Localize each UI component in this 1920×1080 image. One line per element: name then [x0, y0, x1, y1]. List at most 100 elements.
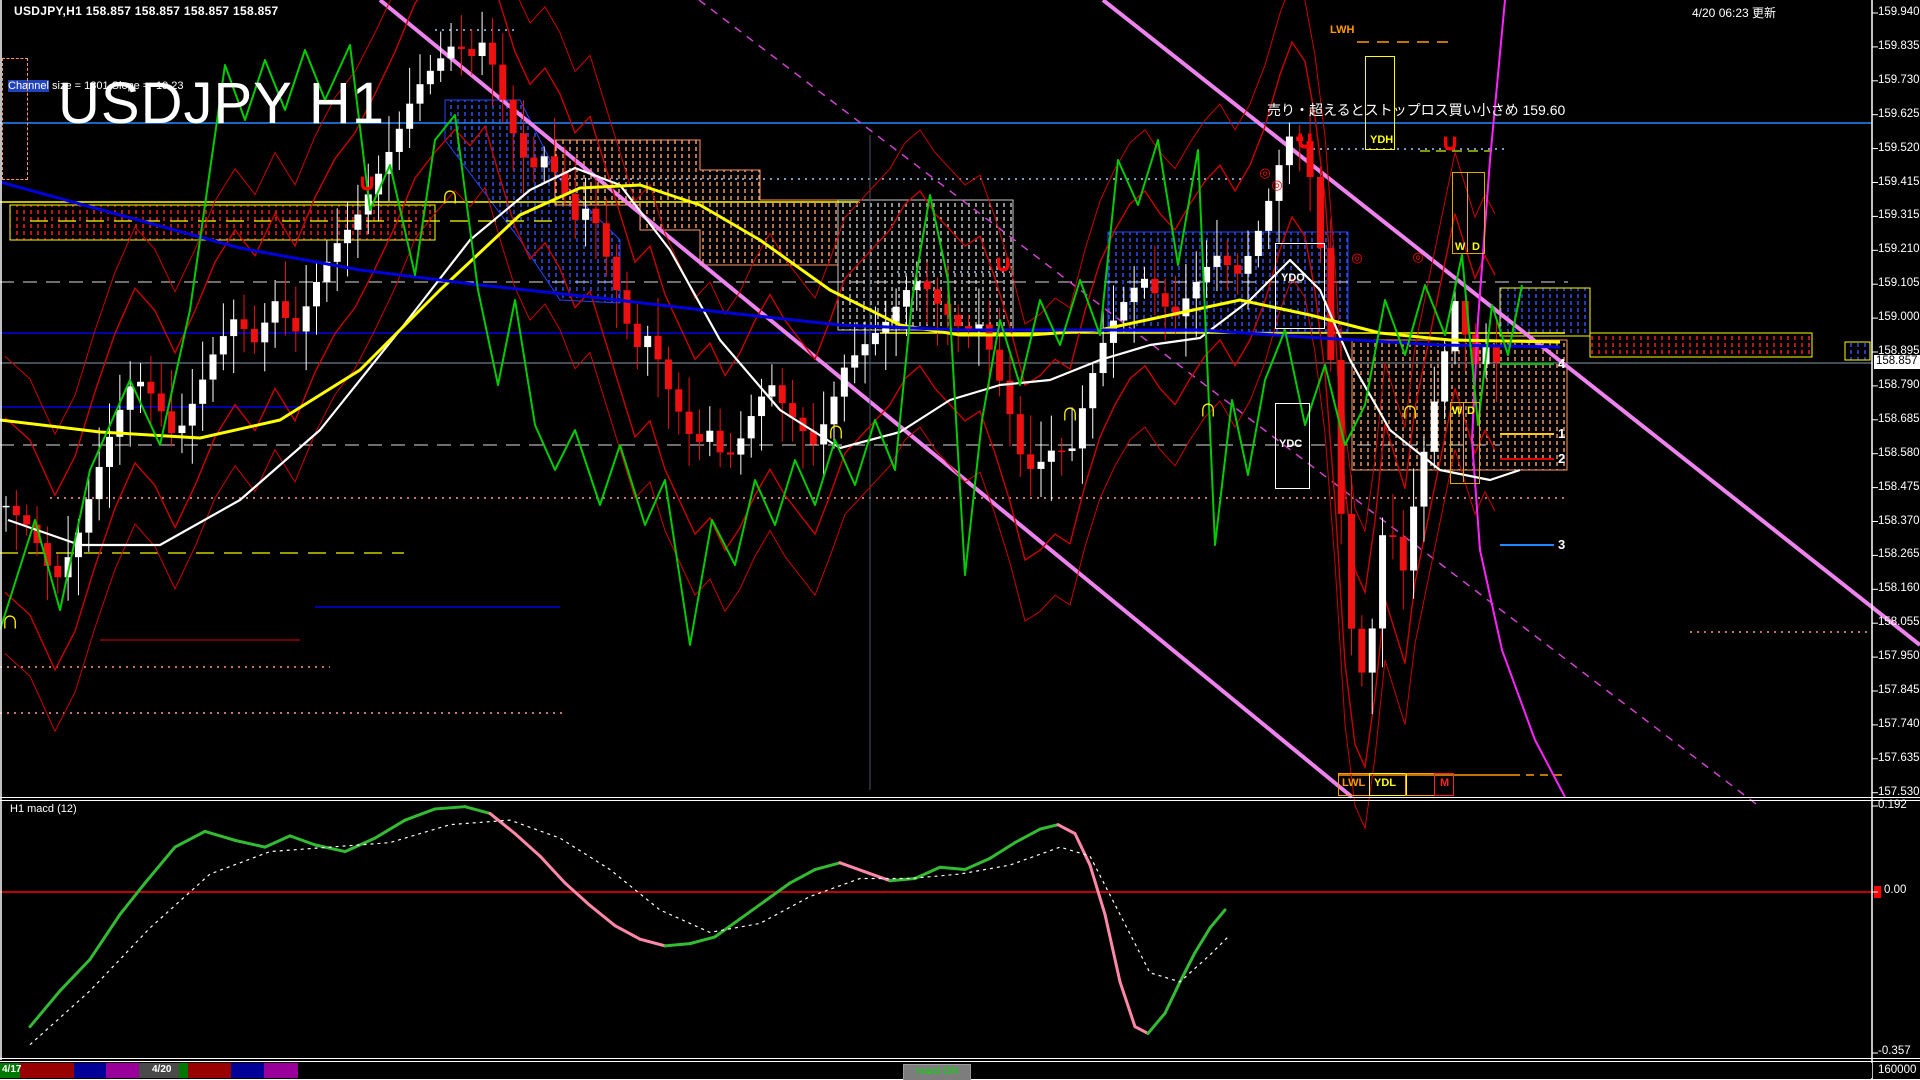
- macd-main-line: [690, 937, 715, 944]
- bottom-pane-axis-label: 160000: [1878, 1064, 1916, 1076]
- chart-canvas[interactable]: [0, 0, 1920, 1080]
- turn-up-icon: ∩: [827, 415, 846, 446]
- macd-main-line: [515, 834, 540, 856]
- candle: [292, 287, 299, 352]
- price-tick-158.160: 158.160: [1878, 582, 1920, 594]
- cloud-future-blue2: [1845, 342, 1870, 360]
- level-label-LWH: LWH: [1330, 24, 1354, 36]
- candle: [841, 355, 848, 422]
- ohlc-quote-line: USDJPY,H1 158.857 158.857 158.857 158.85…: [14, 4, 279, 18]
- price-tick-159.000: 159.000: [1878, 311, 1920, 323]
- candle: [261, 303, 268, 371]
- turn-up-icon: ∩: [1401, 395, 1420, 426]
- macd-main-line: [490, 813, 515, 833]
- turn-down-icon: ∪: [1440, 129, 1460, 158]
- candle: [230, 300, 237, 373]
- macd-main-line: [1195, 928, 1210, 953]
- candle: [178, 394, 185, 453]
- candle: [799, 407, 806, 468]
- price-tick-159.940: 159.940: [1878, 6, 1920, 18]
- macd-main-line: [90, 914, 120, 959]
- price-tick-159.105: 159.105: [1878, 277, 1920, 289]
- level-label-W: W: [1455, 241, 1465, 253]
- price-tick-158.895: 158.895: [1878, 345, 1920, 357]
- macd-axis-zero: 0.00: [1884, 884, 1906, 896]
- price-tick-157.740: 157.740: [1878, 718, 1920, 730]
- channel-indicator-readout: Channel size = 1801 Slope = -19.23: [8, 80, 184, 92]
- candle: [1079, 385, 1086, 483]
- macd-main-line: [815, 863, 840, 870]
- macd-main-line: [740, 901, 765, 919]
- level-label-D: D: [1472, 241, 1480, 253]
- level-box[interactable]: [1275, 243, 1325, 329]
- macd-main-line: [1165, 982, 1180, 1013]
- macd-main-line: [465, 807, 490, 814]
- macd-main-line: [665, 944, 690, 946]
- macd-axis-bottom: -0.357: [1878, 1045, 1911, 1057]
- macd-main-line: [990, 843, 1015, 859]
- price-tick-158.055: 158.055: [1878, 616, 1920, 628]
- candle: [199, 342, 206, 431]
- level-label-M: M: [1440, 777, 1449, 789]
- macd-main-line: [1058, 825, 1075, 834]
- macd-toggle-button[interactable]: macd ON: [903, 1064, 971, 1080]
- timeline-date-4/17: 4/17: [2, 1064, 21, 1075]
- macd-main-line: [435, 807, 465, 809]
- price-tick-159.730: 159.730: [1878, 74, 1920, 86]
- pane-separator-bottom[interactable]: [0, 1058, 1920, 1059]
- macd-main-line: [120, 883, 145, 914]
- candle: [437, 32, 444, 82]
- candle: [1017, 396, 1024, 477]
- timeline-segment: [231, 1063, 264, 1078]
- macd-main-line: [590, 905, 615, 925]
- macd-pane-label: H1 macd (12): [10, 803, 77, 815]
- price-tick-159.520: 159.520: [1878, 142, 1920, 154]
- level-label-D: D: [1467, 405, 1475, 417]
- pivot-number-3: 3: [1558, 537, 1565, 552]
- candle: [23, 505, 30, 536]
- pane-separator-top[interactable]: [0, 797, 1920, 798]
- candle: [96, 427, 103, 520]
- candle: [810, 403, 817, 465]
- candle: [675, 372, 682, 434]
- timeline-date-4/20: 4/20: [152, 1064, 171, 1075]
- candle: [479, 12, 486, 75]
- timeline-segment: [264, 1063, 298, 1078]
- candle: [706, 406, 713, 456]
- candle: [1048, 416, 1055, 501]
- price-tick-158.580: 158.580: [1878, 447, 1920, 459]
- candle: [862, 322, 869, 384]
- candle: [1389, 494, 1396, 559]
- macd-main-line: [790, 870, 815, 883]
- candle: [737, 411, 744, 474]
- cloud-future-red: [1590, 333, 1812, 357]
- macd-main-line: [1210, 910, 1225, 928]
- candle: [655, 298, 662, 397]
- level-box[interactable]: [2, 58, 28, 180]
- candle: [696, 410, 703, 461]
- price-tick-157.635: 157.635: [1878, 752, 1920, 764]
- pane-separator-top2: [0, 800, 1920, 801]
- candle: [251, 306, 258, 354]
- candle: [3, 496, 10, 532]
- macd-main-line: [1015, 829, 1040, 842]
- signal-circle-icon: ◎: [1259, 165, 1270, 181]
- candle: [1286, 123, 1293, 184]
- price-tick-159.315: 159.315: [1878, 209, 1920, 221]
- macd-main-line: [1075, 834, 1090, 865]
- pane-separator-bottom2: [0, 1061, 1920, 1062]
- candle: [54, 554, 61, 593]
- candle: [1089, 362, 1096, 438]
- macd-main-line: [640, 939, 665, 946]
- macd-main-line: [60, 959, 90, 990]
- level-box[interactable]: [1405, 773, 1435, 796]
- timeline-segment: [179, 1063, 188, 1078]
- candle: [147, 356, 154, 426]
- candle: [468, 29, 475, 75]
- turn-up-icon: ∩: [1, 605, 20, 636]
- macd-main-line: [540, 856, 565, 883]
- candle: [303, 265, 310, 370]
- macd-main-line: [1135, 1027, 1148, 1034]
- trade-note-annotation[interactable]: 売り・超えるとストップロス買い小さめ 159.60: [1267, 100, 1565, 120]
- candle: [1006, 353, 1013, 446]
